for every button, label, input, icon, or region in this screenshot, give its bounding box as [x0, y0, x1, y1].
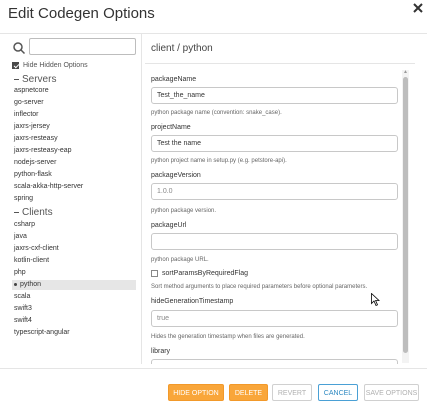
- dialog-title: Edit Codegen Options: [8, 5, 155, 22]
- scrollbar-thumb[interactable]: [403, 77, 408, 353]
- sortparams-toggle[interactable]: sortParamsByRequiredFlag: [151, 270, 248, 277]
- tree-item-csharp[interactable]: csharp: [14, 220, 136, 230]
- save-options-button[interactable]: SAVE OPTIONS: [364, 384, 419, 401]
- delete-button[interactable]: DELETE: [229, 384, 268, 401]
- hidegenerationtimestamp-input[interactable]: true: [151, 310, 398, 327]
- tree-item-inflector[interactable]: inflector: [14, 110, 136, 120]
- collapse-icon: [14, 79, 19, 80]
- tree-item-typescript-angular[interactable]: typescript-angular: [14, 328, 136, 338]
- packagename-label: packageName: [151, 76, 197, 83]
- footer-divider: [0, 368, 427, 369]
- hidegenerationtimestamp-help: Hides the generation timestamp when file…: [151, 334, 305, 340]
- tree-item-swift3[interactable]: swift3: [14, 304, 136, 314]
- projectname-input[interactable]: Test the name: [151, 135, 398, 152]
- packagename-help: python package name (convention: snake_c…: [151, 110, 282, 116]
- tree-item-aspnetcore[interactable]: aspnetcore: [14, 86, 136, 96]
- library-select[interactable]: [151, 359, 398, 364]
- tree-item-scala-akka-http-server[interactable]: scala-akka-http-server: [14, 182, 136, 192]
- options-title-divider: [145, 63, 415, 64]
- tree-item-kotlin-client[interactable]: kotlin-client: [14, 256, 136, 266]
- panel-divider: [141, 34, 142, 364]
- packageversion-label: packageVersion: [151, 172, 201, 179]
- close-icon[interactable]: [412, 2, 424, 14]
- collapse-icon: [14, 212, 19, 213]
- header-divider: [0, 33, 427, 34]
- tree-item-jaxrs-cxf-client[interactable]: jaxrs-cxf-client: [14, 244, 136, 254]
- options-title: client / python: [151, 43, 213, 54]
- sortparams-checkbox[interactable]: [151, 270, 158, 277]
- library-label: library: [151, 348, 171, 355]
- tree-item-scala[interactable]: scala: [14, 292, 136, 302]
- cancel-button[interactable]: CANCEL: [318, 384, 358, 401]
- tree-item-nodejs-server[interactable]: nodejs-server: [14, 158, 136, 168]
- tree-item-java[interactable]: java: [14, 232, 136, 242]
- packagename-input[interactable]: Test_the_name: [151, 87, 398, 104]
- packageversion-input[interactable]: 1.0.0: [151, 183, 398, 200]
- tree-item-python[interactable]: python: [12, 280, 136, 290]
- projectname-label: projectName: [151, 124, 191, 131]
- selected-dot-icon: [14, 282, 17, 286]
- tree-item-swift4[interactable]: swift4: [14, 316, 136, 326]
- hide-option-button[interactable]: HIDE OPTION: [168, 384, 224, 401]
- packageurl-help: python package URL.: [151, 257, 209, 263]
- tree-item-jaxrs-resteasy[interactable]: jaxrs-resteasy: [14, 134, 136, 144]
- hide-hidden-options-toggle[interactable]: Hide Hidden Options: [12, 60, 88, 70]
- tree-item-jaxrs-resteasy-eap[interactable]: jaxrs-resteasy-eap: [14, 146, 136, 156]
- search-input[interactable]: [29, 38, 136, 55]
- group-header-clients[interactable]: Clients: [14, 207, 53, 218]
- tree-item-php[interactable]: php: [14, 268, 136, 278]
- tree-item-python-flask[interactable]: python-flask: [14, 170, 136, 180]
- packageurl-input[interactable]: [151, 233, 398, 250]
- tree-item-spring[interactable]: spring: [14, 194, 136, 204]
- projectname-help: python project name in setup.py (e.g. pe…: [151, 158, 287, 164]
- tree-item-go-server[interactable]: go-server: [14, 98, 136, 108]
- tree-item-jaxrs-jersey[interactable]: jaxrs-jersey: [14, 122, 136, 132]
- mouse-cursor-icon: [371, 292, 381, 307]
- sortparams-help: Sort method arguments to place required …: [151, 284, 368, 290]
- hide-hidden-label: Hide Hidden Options: [23, 61, 88, 69]
- group-header-servers[interactable]: Servers: [14, 74, 56, 85]
- revert-button[interactable]: REVERT: [272, 384, 312, 401]
- hide-hidden-checkbox[interactable]: [12, 61, 19, 69]
- hidegenerationtimestamp-label: hideGenerationTimestamp: [151, 298, 234, 305]
- sortparams-label: sortParamsByRequiredFlag: [162, 270, 248, 277]
- search-icon: [12, 41, 26, 55]
- packageversion-help: python package version.: [151, 208, 217, 214]
- packageurl-label: packageUrl: [151, 222, 187, 229]
- scroll-up-icon[interactable]: ▲: [402, 69, 409, 76]
